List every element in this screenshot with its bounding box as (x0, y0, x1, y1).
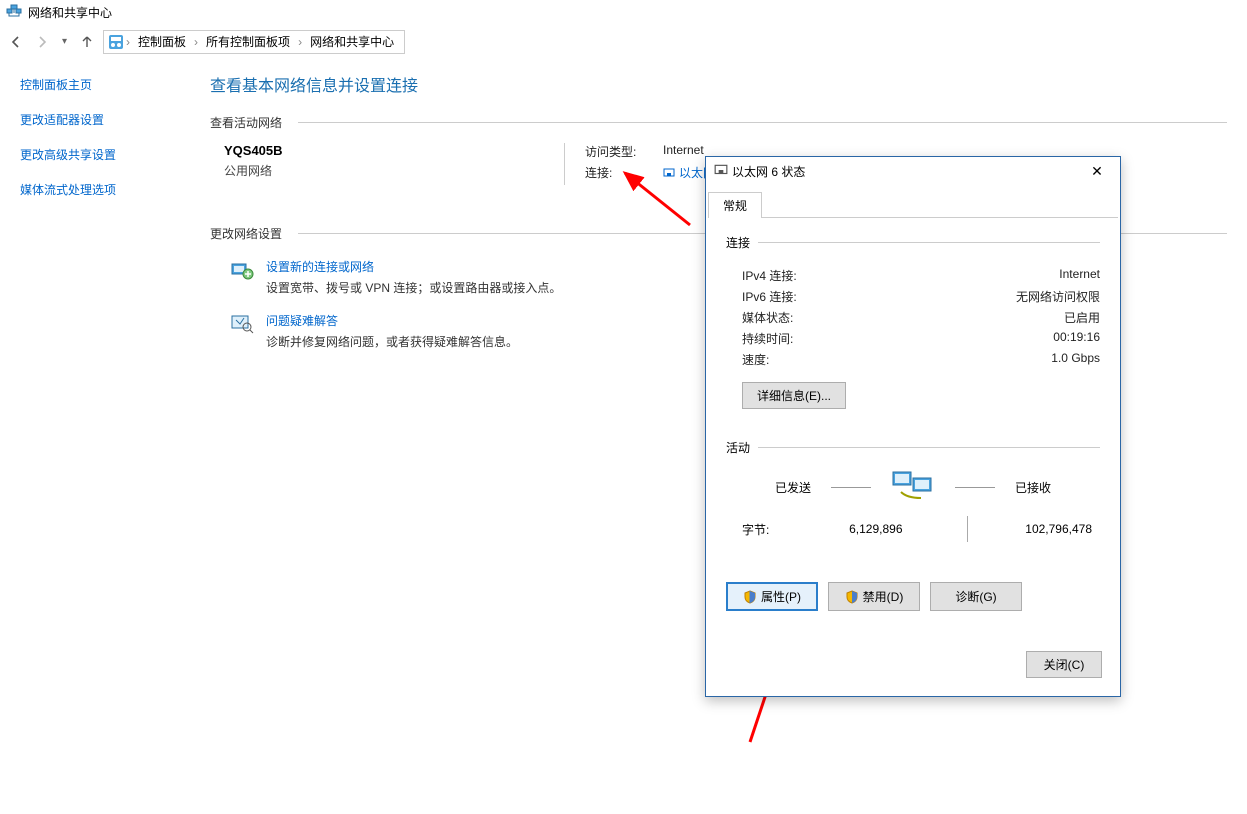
sidebar-item-media[interactable]: 媒体流式处理选项 (20, 181, 210, 198)
bytes-received-value: 102,796,478 (992, 522, 1101, 536)
divider (758, 447, 1100, 448)
divider (298, 122, 1227, 123)
disable-button-label: 禁用(D) (863, 588, 904, 605)
close-button[interactable]: ✕ (1082, 161, 1112, 181)
connections-label: 连接: (585, 164, 645, 181)
network-center-icon (6, 4, 22, 20)
chevron-right-icon: › (296, 35, 304, 49)
connection-group-label: 连接 (726, 234, 750, 251)
troubleshoot-icon (230, 312, 254, 336)
duration-value: 00:19:16 (1053, 330, 1100, 347)
troubleshoot-link[interactable]: 问题疑难解答 (266, 312, 338, 329)
sidebar-item-sharing[interactable]: 更改高级共享设置 (20, 146, 210, 163)
forward-button[interactable] (32, 32, 52, 52)
shield-icon (845, 590, 859, 604)
ipv6-label: IPv6 连接: (742, 288, 797, 305)
shield-icon (743, 590, 757, 604)
network-type: 公用网络 (224, 162, 504, 179)
divider (967, 516, 968, 542)
breadcrumb-current[interactable]: 网络和共享中心 (304, 33, 400, 50)
sent-label: 已发送 (775, 479, 811, 496)
disable-button[interactable]: 禁用(D) (828, 582, 920, 611)
page-title: 查看基本网络信息并设置连接 (210, 72, 1227, 96)
media-state-value: 已启用 (1064, 309, 1100, 326)
sidebar-home[interactable]: 控制面板主页 (20, 76, 210, 93)
divider (831, 487, 871, 488)
divider (758, 242, 1100, 243)
new-connection-link[interactable]: 设置新的连接或网络 (266, 258, 374, 275)
navbar: ▾ › 控制面板 › 所有控制面板项 › 网络和共享中心 (0, 24, 1247, 58)
ethernet-status-dialog: 以太网 6 状态 ✕ 常规 连接 IPv4 连接: Internet IPv6 连… (705, 156, 1121, 697)
breadcrumb[interactable]: › 控制面板 › 所有控制面板项 › 网络和共享中心 (103, 30, 405, 54)
bytes-sent-value: 6,129,896 (802, 522, 943, 536)
new-connection-desc: 设置宽带、拨号或 VPN 连接；或设置路由器或接入点。 (266, 279, 561, 296)
divider (955, 487, 995, 488)
speed-value: 1.0 Gbps (1051, 351, 1100, 368)
chevron-right-icon: › (192, 35, 200, 49)
received-label: 已接收 (1015, 479, 1051, 496)
ipv4-label: IPv4 连接: (742, 267, 797, 284)
chevron-right-icon: › (124, 35, 132, 49)
close-dialog-button[interactable]: 关闭(C) (1026, 651, 1102, 678)
network-name: YQS405B (224, 143, 504, 158)
breadcrumb-allitems[interactable]: 所有控制面板项 (200, 33, 296, 50)
back-button[interactable] (6, 32, 26, 52)
computers-icon (891, 470, 935, 504)
ipv4-value: Internet (1059, 267, 1100, 284)
diagnose-button[interactable]: 诊断(G) (930, 582, 1022, 611)
tab-general[interactable]: 常规 (708, 192, 762, 218)
active-network-label: 查看活动网络 (210, 114, 282, 131)
speed-label: 速度: (742, 351, 769, 368)
tab-strip: 常规 (708, 185, 1118, 218)
media-state-label: 媒体状态: (742, 309, 793, 326)
access-type-label: 访问类型: (585, 143, 645, 160)
duration-label: 持续时间: (742, 330, 793, 347)
troubleshoot-desc: 诊断并修复网络问题，或者获得疑难解答信息。 (266, 333, 518, 350)
window-title: 网络和共享中心 (28, 4, 112, 21)
properties-button[interactable]: 属性(P) (726, 582, 818, 611)
ipv6-value: 无网络访问权限 (1016, 288, 1100, 305)
ethernet-icon (663, 167, 675, 179)
sidebar-item-adapter[interactable]: 更改适配器设置 (20, 111, 210, 128)
history-dropdown-icon[interactable]: ▾ (58, 36, 71, 47)
up-button[interactable] (77, 32, 97, 52)
bytes-label: 字节: (742, 521, 802, 538)
sidebar: 控制面板主页 更改适配器设置 更改高级共享设置 媒体流式处理选项 (20, 72, 210, 350)
dialog-title: 以太网 6 状态 (728, 163, 1082, 180)
ethernet-title-icon (714, 163, 728, 180)
titlebar: 网络和共享中心 (0, 0, 1247, 24)
details-button[interactable]: 详细信息(E)... (742, 382, 846, 409)
access-type-value: Internet (663, 143, 704, 160)
breadcrumb-cpanel[interactable]: 控制面板 (132, 33, 192, 50)
control-panel-icon (108, 34, 124, 50)
diagnose-button-label: 诊断(G) (955, 588, 996, 605)
activity-group-label: 活动 (726, 439, 750, 456)
change-settings-label: 更改网络设置 (210, 225, 282, 242)
new-connection-icon (230, 258, 254, 282)
properties-button-label: 属性(P) (761, 588, 801, 605)
